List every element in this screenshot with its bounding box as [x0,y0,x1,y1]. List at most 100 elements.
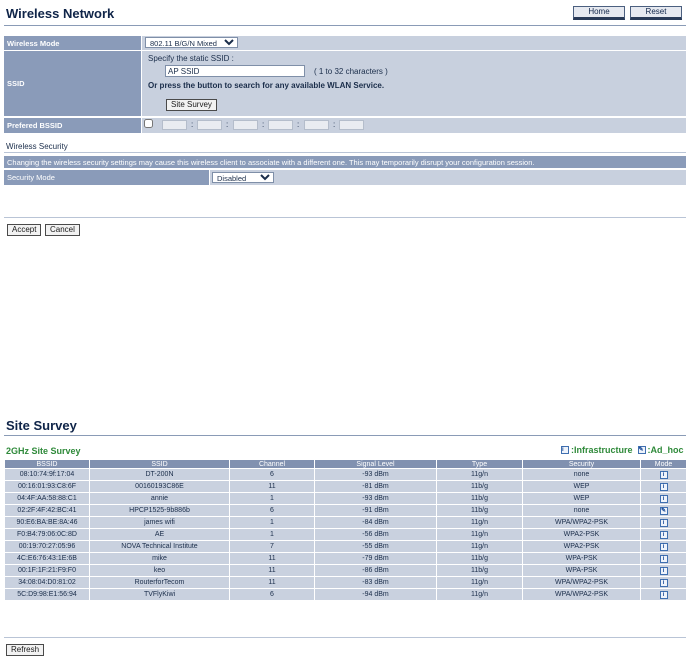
refresh-button[interactable]: Refresh [6,644,45,656]
cell-signal: -93 dBm [314,468,437,481]
table-row[interactable]: F0:B4:79:06:0C:8D AE 1 -56 dBm 11g/n WPA2-PSK… [4,528,687,541]
adhoc-icon[interactable]: ✎ [659,506,668,515]
cell-mode: ✎ [640,504,687,517]
cell-ssid: keo [89,564,230,577]
security-mode-select[interactable]: Disabled [212,172,274,183]
site-survey-button[interactable]: Site Survey [166,99,217,111]
column-header-mode: Mode [640,459,687,469]
adhoc-icon: ✎ [637,446,646,454]
cell-bssid: 00:19:70:27:05:96 [4,540,90,553]
infrastructure-icon[interactable]: i [659,578,668,587]
cell-security: WPA2-PSK [522,528,641,541]
column-header-bssid: BSSID [4,459,90,469]
cell-mode: i [640,492,687,505]
accept-button[interactable]: Accept [7,224,42,236]
bssid-separator: : [333,120,336,129]
table-row[interactable]: 90:E6:BA:BE:8A:46 james wifi 1 -84 dBm 11g/n… [4,516,687,529]
wireless-mode-select[interactable]: 802.11 B/G/N Mixed [145,37,238,48]
cell-security: WPA2-PSK [522,540,641,553]
preferred-bssid-label: Prefered BSSID [4,118,141,133]
infrastructure-icon[interactable]: i [659,494,668,503]
cell-signal: -93 dBm [314,492,437,505]
cell-bssid: 90:E6:BA:BE:8A:46 [4,516,90,529]
cell-mode: i [640,480,687,493]
ssid-or-text: Or press the button to search for any av… [148,81,385,90]
infrastructure-icon[interactable]: i [659,566,668,575]
bssid-separator: : [262,120,265,129]
cell-mode: i [640,516,687,529]
cell-type: 11g/n [436,588,523,601]
infrastructure-icon[interactable]: i [659,554,668,563]
page-title: Wireless Network [6,6,115,21]
preferred-bssid-cell: : : : : : [142,118,686,133]
cell-type: 11b/g [436,504,523,517]
bssid-octet-5[interactable] [304,120,329,130]
infrastructure-icon[interactable]: i [659,470,668,479]
cell-security: none [522,468,641,481]
cell-security: WEP [522,480,641,493]
bssid-octet-1[interactable] [162,120,187,130]
infrastructure-icon[interactable]: i [659,530,668,539]
table-row[interactable]: 04:4F:AA:58:88:C1 annie 1 -93 dBm 11b/g WEP i [4,492,687,505]
home-button[interactable]: Home [573,6,625,20]
column-header-type: Type [436,459,523,469]
table-row[interactable]: 34:08:04:D0:81:02 RouterforTecom 11 -83 dBm… [4,576,687,589]
cell-ssid: DT-200N [89,468,230,481]
bssid-separator: : [226,120,229,129]
cell-signal: -83 dBm [314,576,437,589]
cancel-button[interactable]: Cancel [45,224,80,236]
table-row[interactable]: 4C:E6:76:43:1E:6B mike 11 -79 dBm 11b/g WPA-P… [4,552,687,565]
cell-ssid: 00160193C86E [89,480,230,493]
infrastructure-icon[interactable]: i [659,518,668,527]
table-row[interactable]: 00:19:70:27:05:96 NOVA Technical Institut… [4,540,687,553]
cell-type: 11b/g [436,492,523,505]
cell-type: 11g/n [436,516,523,529]
reset-button[interactable]: Reset [630,6,682,20]
cell-bssid: F0:B4:79:06:0C:8D [4,528,90,541]
cell-signal: -56 dBm [314,528,437,541]
table-row[interactable]: 08:10:74:9f:17:04 DT-200N 6 -93 dBm 11g/n non… [4,468,687,481]
cell-type: 11g/n [436,528,523,541]
cell-type: 11g/n [436,468,523,481]
wireless-mode-label: Wireless Mode [4,36,141,50]
column-header-ssid: SSID [89,459,230,469]
cell-ssid: RouterforTecom [89,576,230,589]
bssid-octet-3[interactable] [233,120,258,130]
cell-mode: i [640,540,687,553]
security-title: Wireless Security [6,142,68,151]
cell-security: WPA/WPA2-PSK [522,576,641,589]
infrastructure-icon[interactable]: i [659,590,668,599]
cell-channel: 1 [229,516,315,529]
infrastructure-icon[interactable]: i [659,542,668,551]
cell-channel: 11 [229,552,315,565]
table-row[interactable]: 00:16:01:93:C8:6F 00160193C86E 11 -81 dBm 11… [4,480,687,493]
infrastructure-icon[interactable]: i [659,482,668,491]
cell-mode: i [640,552,687,565]
table-row[interactable]: 5C:D9:98:E1:56:94 TVFlyKiwi 6 -94 dBm 11g/n W… [4,588,687,601]
cell-channel: 11 [229,480,315,493]
bssid-octet-6[interactable] [339,120,364,130]
column-header-signal: Signal Level [314,459,437,469]
security-mode-label: Security Mode [4,170,209,185]
header-divider [4,25,686,26]
cell-signal: -84 dBm [314,516,437,529]
survey-divider [4,435,686,436]
bssid-octet-2[interactable] [197,120,222,130]
infrastructure-icon: i [561,446,569,454]
preferred-bssid-checkbox[interactable] [144,119,153,128]
legend-adhoc: :Ad_hoc [647,445,684,455]
cell-signal: -86 dBm [314,564,437,577]
bssid-octet-4[interactable] [268,120,293,130]
cell-security: none [522,504,641,517]
cell-type: 11g/n [436,540,523,553]
cell-ssid: mike [89,552,230,565]
cell-bssid: 34:08:04:D0:81:02 [4,576,90,589]
legend-infrastructure: :Infrastructure [571,445,633,455]
cell-bssid: 5C:D9:98:E1:56:94 [4,588,90,601]
ssid-input[interactable] [165,65,305,77]
cell-ssid: AE [89,528,230,541]
table-row[interactable]: 02:2F:4F:42:BC:41 HPCP1525-9b886b 6 -91 dBm… [4,504,687,517]
cell-mode: i [640,576,687,589]
cell-signal: -91 dBm [314,504,437,517]
table-row[interactable]: 00:1F:1F:21:F9:F0 keo 11 -86 dBm 11b/g WPA-PS… [4,564,687,577]
